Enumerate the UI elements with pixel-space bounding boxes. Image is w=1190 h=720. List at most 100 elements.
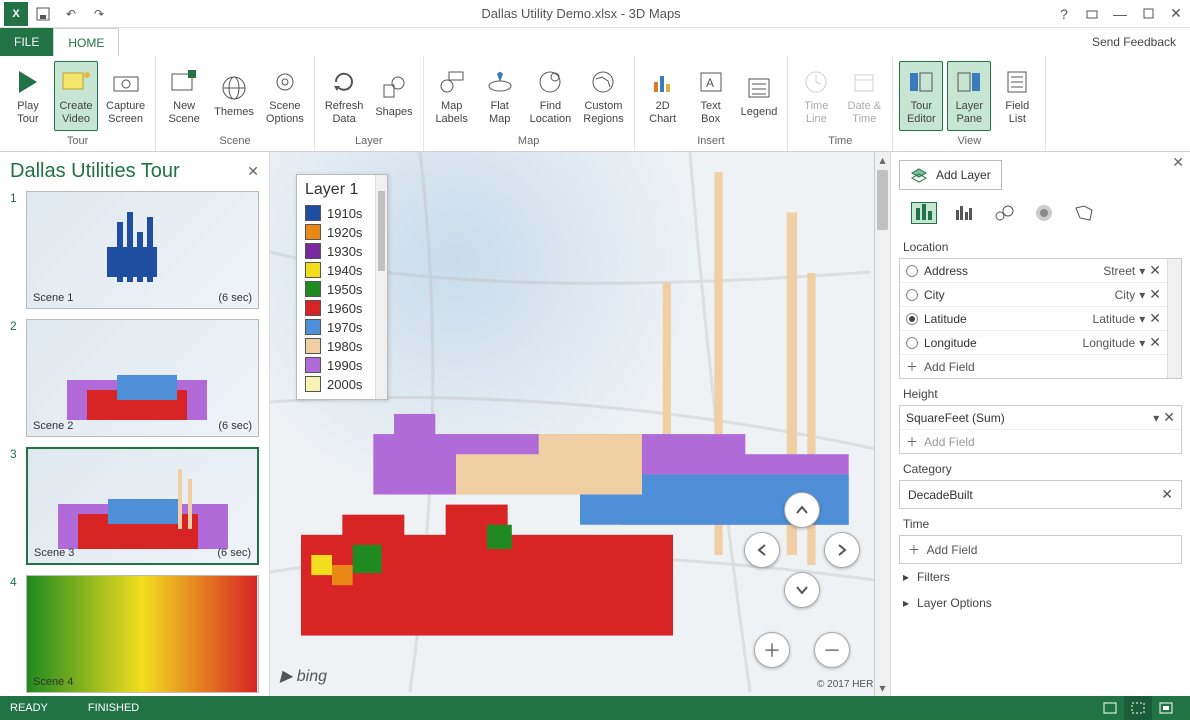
map-canvas[interactable]: Layer 1 1910s1920s1930s1940s1950s1960s19… [270, 152, 890, 696]
remove-category-icon[interactable]: ✕ [1161, 486, 1173, 503]
field-list-scrollbar[interactable] [1167, 259, 1181, 378]
regions-icon [587, 66, 619, 98]
map-legend[interactable]: Layer 1 1910s1920s1930s1940s1950s1960s19… [296, 174, 388, 400]
radio-button[interactable] [906, 337, 918, 349]
scroll-down-icon[interactable]: ▾ [875, 680, 890, 696]
ribbon-display-icon[interactable] [1078, 0, 1106, 28]
map-labels-button[interactable]: MapLabels [430, 61, 474, 131]
field-list-button[interactable]: FieldList [995, 61, 1039, 131]
create-video-button[interactable]: CreateVideo [54, 61, 98, 131]
legend-scrollbar[interactable] [375, 175, 387, 399]
height-add-field[interactable]: ＋Add Field [900, 429, 1181, 453]
status-view-normal[interactable] [1096, 696, 1124, 720]
2d-chart-button[interactable]: 2DChart [641, 61, 685, 131]
ribbon-group-label: Insert [635, 135, 788, 151]
tour-editor-panel: Dallas Utilities Tour ✕ 1 Scene 1 (6 sec… [0, 152, 270, 696]
text-box-button[interactable]: ATextBox [689, 61, 733, 131]
scene-thumbnail[interactable]: 2 Scene 2 (6 sec) [10, 319, 259, 437]
find-location-button[interactable]: FindLocation [526, 61, 576, 131]
vis-bubble[interactable] [991, 202, 1017, 224]
tour-editor-icon [905, 66, 937, 98]
dropdown-icon[interactable]: ▾ [1139, 336, 1145, 350]
scene-thumbnail[interactable]: 4 Scene 4 [10, 575, 259, 693]
geo-type[interactable]: Street [1103, 264, 1135, 278]
time-add-field[interactable]: ＋ Add Field [899, 535, 1182, 564]
legend-item: 1920s [305, 224, 379, 240]
vis-clustered-column[interactable] [951, 202, 977, 224]
help-icon[interactable]: ? [1050, 0, 1078, 28]
vis-stacked-column[interactable] [911, 202, 937, 224]
ribbon-group-label: Map [424, 135, 634, 151]
send-feedback-link[interactable]: Send Feedback [1078, 28, 1190, 56]
rotate-left-button[interactable] [744, 532, 780, 568]
scene-list: 1 Scene 1 (6 sec)2 Scene 2 (6 sec)3 Scen… [10, 191, 259, 696]
undo-icon[interactable]: ↶ [58, 1, 84, 27]
category-field[interactable]: DecadeBuilt ✕ [899, 480, 1182, 509]
tab-home[interactable]: HOME [53, 28, 119, 56]
new-scene-button[interactable]: NewScene [162, 61, 206, 131]
layer-pane-button[interactable]: LayerPane [947, 61, 991, 131]
radio-button[interactable] [906, 265, 918, 277]
scene-duration: (6 sec) [217, 547, 251, 559]
geo-type[interactable]: Latitude [1093, 312, 1136, 326]
radio-button[interactable] [906, 289, 918, 301]
scene-thumbnail[interactable]: 3 Scene 3 (6 sec) [10, 447, 259, 565]
status-view-selected[interactable] [1124, 696, 1152, 720]
save-icon[interactable] [30, 1, 56, 27]
legend-label: 1960s [327, 301, 362, 316]
remove-field-icon[interactable]: ✕ [1163, 409, 1175, 426]
map-scrollbar-vertical[interactable]: ▴ ▾ [874, 152, 890, 696]
minimize-icon[interactable]: — [1106, 0, 1134, 28]
radio-button[interactable] [906, 313, 918, 325]
maximize-icon[interactable] [1134, 0, 1162, 28]
camera-icon [110, 66, 142, 98]
ribbon-group-label: Tour [0, 135, 155, 151]
scene-thumbnail[interactable]: 1 Scene 1 (6 sec) [10, 191, 259, 309]
location-add-field[interactable]: ＋Add Field [900, 354, 1167, 378]
refresh-data-button[interactable]: RefreshData [321, 61, 368, 131]
height-value[interactable]: SquareFeet (Sum) [906, 411, 1005, 425]
shapes-button[interactable]: Shapes [371, 61, 416, 131]
window-title: Dallas Utility Demo.xlsx - 3D Maps [112, 6, 1050, 21]
dropdown-icon[interactable]: ▾ [1139, 312, 1145, 326]
zoom-in-button[interactable]: ＋ [754, 632, 790, 668]
filters-section[interactable]: ▸Filters [899, 564, 1182, 590]
scroll-up-icon[interactable]: ▴ [875, 152, 890, 168]
scroll-thumb[interactable] [877, 170, 888, 230]
layer-options-section[interactable]: ▸Layer Options [899, 590, 1182, 616]
legend-item: 1950s [305, 281, 379, 297]
geo-type[interactable]: Longitude [1083, 336, 1136, 350]
scene-options-button[interactable]: SceneOptions [262, 61, 308, 131]
tab-file[interactable]: FILE [0, 28, 53, 56]
remove-field-icon[interactable]: ✕ [1149, 262, 1161, 279]
geo-type[interactable]: City [1115, 288, 1136, 302]
status-view-fullscreen[interactable] [1152, 696, 1180, 720]
legend-item: 1990s [305, 357, 379, 373]
dropdown-icon[interactable]: ▾ [1139, 288, 1145, 302]
redo-icon[interactable]: ↷ [86, 1, 112, 27]
dropdown-icon[interactable]: ▾ [1139, 264, 1145, 278]
add-layer-button[interactable]: Add Layer [899, 160, 1002, 190]
custom-regions-button[interactable]: CustomRegions [579, 61, 627, 131]
themes-button[interactable]: Themes [210, 61, 258, 131]
remove-field-icon[interactable]: ✕ [1149, 334, 1161, 351]
close-icon[interactable]: ✕ [1162, 0, 1190, 28]
legend-button[interactable]: Legend [737, 61, 782, 131]
dropdown-icon[interactable]: ▾ [1153, 411, 1159, 425]
flat-map-button[interactable]: FlatMap [478, 61, 522, 131]
zoom-out-button[interactable]: － [814, 632, 850, 668]
category-label: Category [903, 462, 1182, 476]
layer-pane-close-icon[interactable]: ✕ [1172, 154, 1184, 171]
capture-screen-button[interactable]: CaptureScreen [102, 61, 149, 131]
remove-field-icon[interactable]: ✕ [1149, 286, 1161, 303]
tour-editor-button[interactable]: TourEditor [899, 61, 943, 131]
vis-heatmap[interactable] [1031, 202, 1057, 224]
remove-field-icon[interactable]: ✕ [1149, 310, 1161, 327]
vis-region[interactable] [1071, 202, 1097, 224]
tilt-up-button[interactable] [784, 492, 820, 528]
play-tour-button[interactable]: PlayTour [6, 61, 50, 131]
tilt-down-button[interactable] [784, 572, 820, 608]
panel-close-icon[interactable]: ✕ [247, 163, 259, 180]
ribbon-group-map: MapLabels FlatMap FindLocation CustomReg… [424, 56, 635, 151]
rotate-right-button[interactable] [824, 532, 860, 568]
